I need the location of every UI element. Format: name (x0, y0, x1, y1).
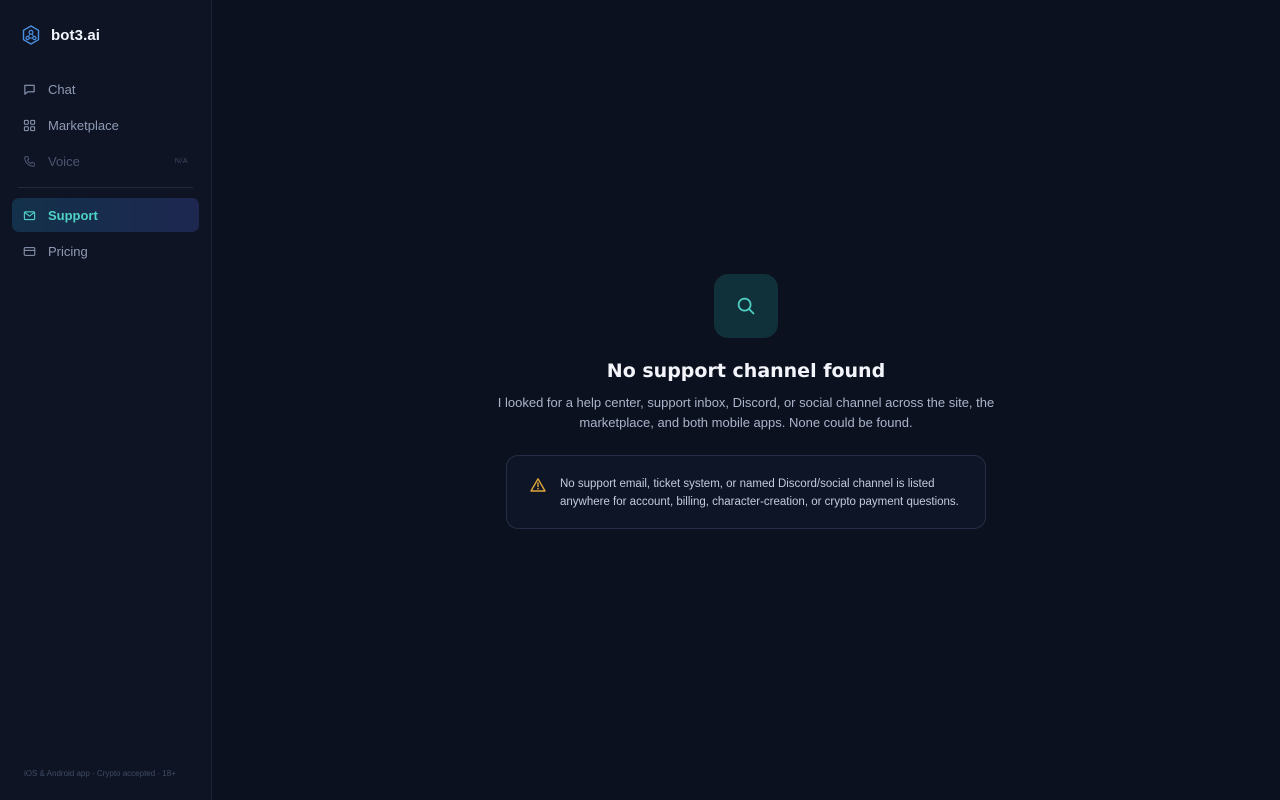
chat-bubble-icon (24, 84, 35, 95)
hexagon-network-icon (22, 25, 40, 45)
empty-state: No support channel found I looked for a … (212, 274, 1280, 529)
main-content: No support channel found I looked for a … (212, 0, 1280, 800)
sidebar-item-chat[interactable]: Chat (12, 72, 199, 106)
notice-text: No support email, ticket system, or name… (560, 478, 959, 508)
grid-icon (23, 119, 36, 131)
sidebar-item-support[interactable]: Support (12, 198, 199, 232)
sidebar-item-voice: Voice N/A (12, 144, 199, 178)
brand-name: bot3.ai (51, 26, 101, 44)
notice-card: No support email, ticket system, or name… (506, 455, 986, 529)
page-title: No support channel found (606, 360, 886, 382)
sidebar-item-label: Chat (48, 81, 76, 97)
sidebar-item-pricing[interactable]: Pricing (12, 234, 199, 268)
sidebar-item-label: Voice (48, 153, 80, 169)
sidebar-divider (18, 187, 193, 188)
brand[interactable]: bot3.ai (22, 25, 100, 45)
credit-card-icon (23, 246, 36, 256)
na-badge: N/A (174, 157, 188, 165)
mail-icon (23, 210, 36, 220)
sidebar-item-marketplace[interactable]: Marketplace (12, 108, 199, 142)
search-icon (737, 297, 755, 315)
sidebar-item-label: Support (48, 207, 98, 223)
warning-icon (530, 478, 546, 492)
phone-icon (24, 155, 35, 167)
sidebar-item-label: Marketplace (48, 117, 119, 133)
sidebar-item-label: Pricing (48, 243, 88, 259)
sidebar: bot3.ai Chat Marketplace Voice N/A Suppo… (0, 0, 212, 800)
sidebar-nav: Chat Marketplace Voice N/A Support Prici… (12, 72, 199, 270)
sidebar-footer: iOS & Android app · Crypto accepted · 18… (24, 769, 176, 778)
page-description: I looked for a help center, support inbo… (497, 395, 995, 430)
app-root: bot3.ai Chat Marketplace Voice N/A Suppo… (0, 0, 1280, 800)
search-icon-tile (714, 274, 778, 338)
